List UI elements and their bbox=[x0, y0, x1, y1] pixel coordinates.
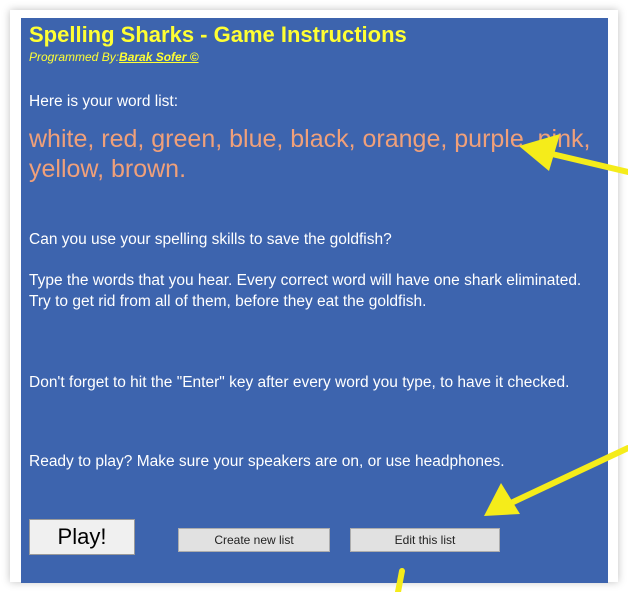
page-title: Spelling Sharks - Game Instructions bbox=[29, 22, 407, 47]
byline-prefix: Programmed By: bbox=[29, 50, 120, 64]
byline: Programmed By:Barak Sofer © bbox=[29, 50, 199, 64]
edit-list-button[interactable]: Edit this list bbox=[350, 528, 500, 552]
screenshot: Spelling Sharks - Game Instructions Prog… bbox=[0, 0, 628, 592]
ready-text: Ready to play? Make sure your speakers a… bbox=[29, 453, 505, 470]
author-link[interactable]: Barak Sofer © bbox=[119, 50, 199, 64]
instructions-text: Type the words that you hear. Every corr… bbox=[29, 272, 582, 310]
enter-reminder-text: Don't forget to hit the "Enter" key afte… bbox=[29, 374, 570, 391]
play-button[interactable]: Play! bbox=[29, 519, 135, 555]
create-new-list-button[interactable]: Create new list bbox=[178, 528, 330, 552]
question-text: Can you use your spelling skills to save… bbox=[29, 231, 392, 248]
word-list: white, red, green, blue, black, orange, … bbox=[29, 125, 591, 183]
instructions-panel: Spelling Sharks - Game Instructions Prog… bbox=[21, 18, 608, 583]
intro-text: Here is your word list: bbox=[29, 93, 179, 110]
